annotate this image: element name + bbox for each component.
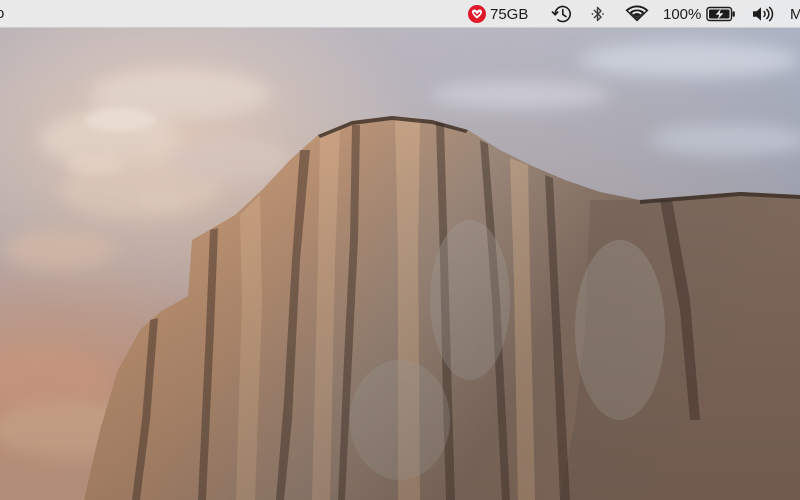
- time-machine-icon: [550, 3, 574, 25]
- battery-charging-icon: [706, 6, 736, 22]
- heart-icon: [468, 5, 486, 23]
- wifi-icon: [623, 4, 651, 24]
- bluetooth-icon: [590, 4, 606, 24]
- disk-monitor-status-item[interactable]: 75GB: [468, 0, 528, 28]
- time-machine-status-item[interactable]: [550, 0, 574, 28]
- battery-percent-label: 100%: [663, 5, 702, 23]
- desktop-wallpaper: [0, 0, 800, 500]
- volume-icon: [751, 5, 775, 23]
- wifi-status-item[interactable]: [623, 0, 651, 28]
- user-menu-fragment[interactable]: M: [790, 0, 800, 28]
- battery-status-item[interactable]: 100%: [663, 0, 736, 28]
- menu-bar: o 75GB 100% M: [0, 0, 800, 28]
- desktop: o 75GB 100% M: [0, 0, 800, 500]
- volume-status-item[interactable]: [751, 0, 775, 28]
- app-menu-fragment[interactable]: o: [0, 0, 4, 28]
- disk-free-label: 75GB: [490, 5, 529, 23]
- bluetooth-status-item[interactable]: [590, 0, 606, 28]
